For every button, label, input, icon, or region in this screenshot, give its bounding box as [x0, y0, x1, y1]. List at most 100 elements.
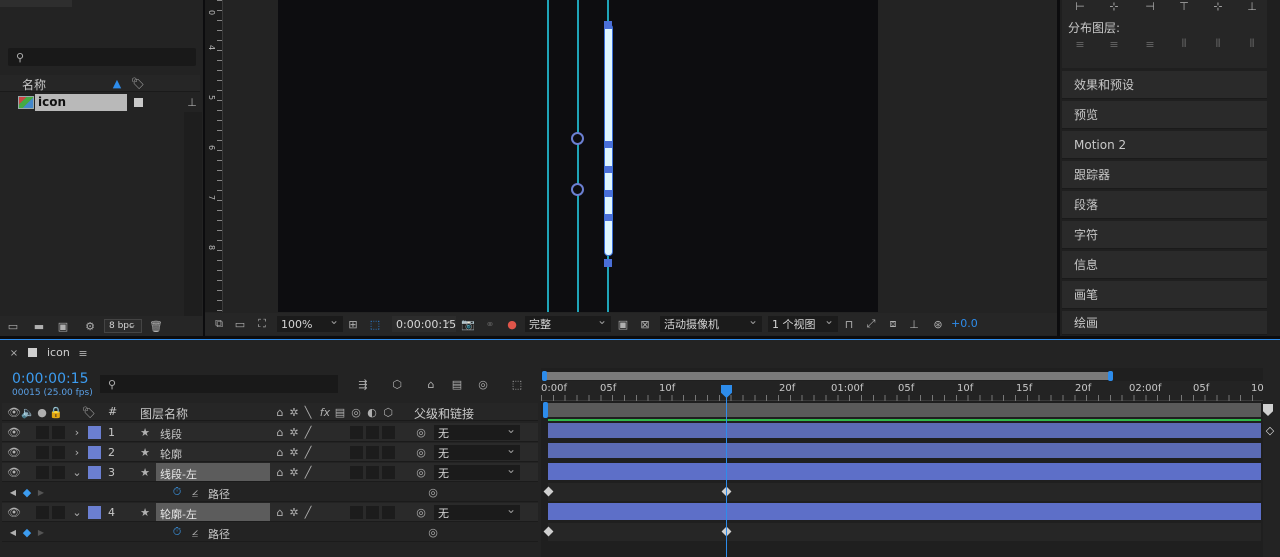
fx-switch[interactable] [350, 506, 363, 519]
blend-switch[interactable] [366, 426, 379, 439]
composition-mini-flowchart-icon[interactable]: ⇶ [354, 376, 372, 392]
distribute-hcenter-icon[interactable]: ⦀ [1210, 36, 1226, 52]
lock-toggle[interactable] [52, 506, 65, 519]
path-vertex-handle[interactable] [604, 259, 612, 267]
channel-icon[interactable]: ● [504, 316, 520, 332]
shy-switch-icon[interactable]: ⌂ [274, 425, 286, 439]
next-keyframe-icon[interactable]: ▶ [36, 485, 46, 499]
layer-name[interactable]: 轮廓 [160, 446, 182, 462]
col-layer-name-label[interactable]: 图层名称 [140, 405, 188, 422]
pickwhip-icon[interactable]: ◎ [414, 505, 428, 519]
align-hcenter-icon[interactable]: ⊹ [1106, 0, 1122, 13]
blend-switch[interactable] [366, 446, 379, 459]
zoom-dropdown[interactable]: 100% [277, 313, 343, 332]
col-parent-label[interactable]: 父级和链接 [414, 405, 474, 422]
navigator-start-handle[interactable] [542, 371, 547, 381]
eye-icon[interactable]: 👁 [7, 445, 21, 459]
quality-switch-icon[interactable]: ╱ [302, 445, 314, 459]
eye-icon[interactable]: 👁 [7, 425, 21, 439]
views-dropdown[interactable]: 1 个视图 [768, 313, 838, 332]
stopwatch-icon[interactable]: ⏱ [170, 485, 184, 499]
next-keyframe-icon[interactable]: ▶ [36, 525, 46, 539]
property-name[interactable]: 路径 [208, 526, 230, 542]
layer-bar-3[interactable] [548, 463, 1261, 480]
layer-name[interactable]: 轮廓-左 [160, 506, 197, 522]
panel-character[interactable]: 字符 [1062, 221, 1267, 249]
layer-label-color[interactable] [88, 426, 101, 439]
audio-icon[interactable]: 🔈 [21, 405, 35, 419]
parent-dropdown[interactable]: 无 [434, 422, 520, 440]
align-bottom-icon[interactable]: ⊥ [1244, 0, 1260, 13]
work-area-start-handle[interactable] [543, 402, 548, 418]
collapse-arrow-icon[interactable]: ⌄ [72, 465, 82, 479]
align-right-icon[interactable]: ⊣ [1142, 0, 1158, 13]
align-top-icon[interactable]: ⊤ [1176, 0, 1192, 13]
graph-editor-icon[interactable]: ⬚ [508, 376, 526, 392]
switch-fx-icon[interactable]: fx [318, 405, 332, 419]
col-name-label[interactable]: 名称 [22, 76, 46, 93]
solo-icon[interactable]: ● [36, 405, 48, 419]
transparency-grid-icon[interactable]: ⊠ [637, 316, 653, 332]
collapse-switch-icon[interactable]: ✲ [288, 445, 300, 459]
parent-dropdown[interactable]: 无 [434, 502, 520, 520]
distribute-right-icon[interactable]: ⦀ [1244, 36, 1260, 52]
collapse-arrow-icon[interactable]: ⌄ [72, 505, 82, 519]
eye-icon[interactable]: 👁 [7, 465, 21, 479]
tag-icon[interactable]: 🏷 [131, 76, 145, 90]
pickwhip-icon[interactable]: ◎ [426, 525, 440, 539]
frame-blending-icon[interactable]: ▤ [448, 376, 466, 392]
blend-switch[interactable] [366, 506, 379, 519]
layer-label-color[interactable] [88, 506, 101, 519]
work-area-bar[interactable] [548, 403, 1261, 417]
switch-collapse-icon[interactable]: ✲ [288, 405, 300, 419]
3d-switch[interactable] [382, 446, 395, 459]
lock-icon[interactable]: 🔒 [49, 405, 63, 419]
layer-name[interactable]: 线段 [160, 426, 182, 442]
graph-icon[interactable]: ⦤ [188, 525, 202, 539]
collapse-switch-icon[interactable]: ✲ [288, 465, 300, 479]
panel-preview[interactable]: 预览 [1062, 101, 1267, 129]
pickwhip-icon[interactable]: ◎ [426, 485, 440, 499]
layer-row-1[interactable]: 👁 › 1 ★ 线段 ⌂ ✲ ╱ ◎ 无 [2, 422, 538, 442]
timeline-search-input[interactable]: ⚲ [100, 375, 338, 393]
show-snapshot-icon[interactable]: ⚭ [482, 316, 498, 332]
solo-toggle[interactable] [36, 506, 49, 519]
toggle-pixel-aspect-icon[interactable]: ⊓ [841, 316, 857, 332]
anchor-point-icon[interactable] [571, 183, 584, 196]
solo-toggle[interactable] [36, 466, 49, 479]
collapse-switch-icon[interactable]: ✲ [288, 425, 300, 439]
expand-arrow-icon[interactable]: › [72, 445, 82, 459]
new-composition-icon[interactable]: ▣ [54, 318, 72, 334]
distribute-top-icon[interactable]: ≡ [1072, 36, 1088, 52]
layer-label-color[interactable] [88, 446, 101, 459]
label-tag-icon[interactable]: 🏷 [82, 405, 96, 419]
project-search-input[interactable]: ⚲ [8, 48, 196, 66]
pickwhip-icon[interactable]: ◎ [414, 425, 428, 439]
always-preview-icon[interactable]: ⧉ [211, 316, 227, 332]
flowchart-icon[interactable]: ⊥ [906, 316, 922, 332]
project-settings-icon[interactable]: ⚙ [80, 318, 100, 334]
shy-switch-icon[interactable]: ⌂ [274, 445, 286, 459]
video-visibility-icon[interactable]: 👁 [7, 405, 21, 419]
quality-switch-icon[interactable]: ╱ [302, 505, 314, 519]
project-search-field[interactable] [30, 49, 190, 65]
align-vcenter-icon[interactable]: ⊹ [1210, 0, 1226, 13]
snapshot-icon[interactable]: 📷 [460, 316, 476, 332]
shy-layers-icon[interactable]: ⌂ [422, 376, 440, 392]
collapse-switch-icon[interactable]: ✲ [288, 505, 300, 519]
path-vertex-handle[interactable] [604, 21, 612, 29]
bpc-button[interactable]: 8 bpc [104, 317, 142, 333]
fx-switch[interactable] [350, 426, 363, 439]
property-row-path[interactable]: ◀ ◆ ▶ ⏱ ⦤ 路径 ◎ [2, 483, 538, 502]
pickwhip-icon[interactable]: ◎ [414, 445, 428, 459]
quality-switch-icon[interactable]: ╱ [302, 465, 314, 479]
path-vertex-handle[interactable] [605, 190, 612, 197]
project-item-icon[interactable]: icon ⊥ [0, 94, 200, 111]
selected-path-shape[interactable] [604, 24, 613, 256]
lock-toggle[interactable] [52, 466, 65, 479]
solo-toggle[interactable] [36, 426, 49, 439]
sort-ascending-icon[interactable]: ▲ [110, 76, 124, 90]
layer-row-3[interactable]: 👁 ⌄ 3 ★ 线段-左 ⌂ ✲ ╱ ◎ 无 [2, 462, 538, 482]
parent-dropdown[interactable]: 无 [434, 442, 520, 460]
panel-paragraph[interactable]: 段落 [1062, 191, 1267, 219]
